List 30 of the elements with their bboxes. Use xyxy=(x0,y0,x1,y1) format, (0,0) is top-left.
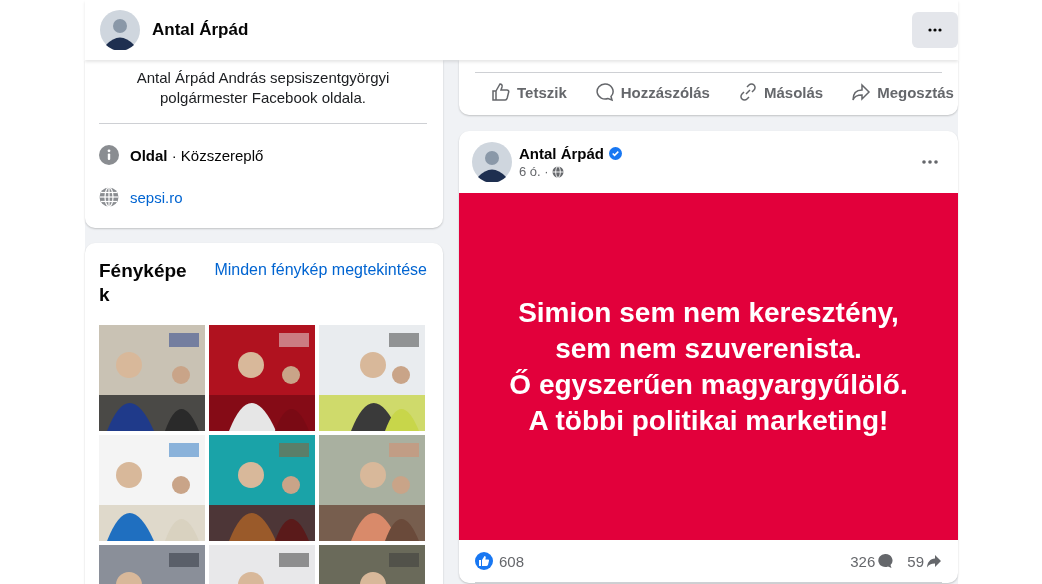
website-link[interactable]: sepsi.ro xyxy=(130,188,183,206)
info-icon xyxy=(99,145,119,165)
globe-icon xyxy=(99,187,119,207)
post-text: Simion sem nem keresztény, sem nem szuverenista. Ő egyszerűen magyargyűlölő. A többi politikai marketing! xyxy=(509,295,908,438)
page-category: Oldal · Közszereplő xyxy=(130,146,264,164)
comment-icon xyxy=(877,553,894,569)
thumbs-up-icon xyxy=(491,82,511,102)
share-button[interactable]: Megosztás xyxy=(837,78,968,106)
share-count[interactable]: 59 xyxy=(907,552,924,570)
avatar-icon[interactable] xyxy=(100,10,140,50)
more-icon xyxy=(928,28,942,32)
more-icon xyxy=(922,160,938,164)
share-icon xyxy=(926,553,942,569)
globe-icon xyxy=(551,165,564,178)
see-all-photos-link[interactable]: Minden fénykép megtekintése xyxy=(214,261,427,279)
like-button[interactable]: Tetszik xyxy=(477,78,581,106)
like-count[interactable]: 608 xyxy=(499,552,525,570)
like-icon xyxy=(475,552,493,570)
post-time[interactable]: 6 ó. · xyxy=(519,164,549,179)
comment-count[interactable]: 326 xyxy=(850,552,876,570)
link-icon xyxy=(737,82,758,102)
author-name[interactable]: Antal Árpád xyxy=(519,145,604,162)
page-name[interactable]: Antal Árpád xyxy=(152,20,249,40)
copy-button[interactable]: Másolás xyxy=(723,78,838,106)
comment-icon xyxy=(594,82,615,102)
avatar-icon[interactable] xyxy=(472,142,512,182)
page-bio: Antal Árpád András sepsiszentgyörgyi polgármester Facebook oldala. xyxy=(135,68,391,108)
photos-title: Fényképek xyxy=(99,259,188,307)
share-icon xyxy=(851,82,872,102)
comment-button[interactable]: Hozzászólás xyxy=(580,78,724,106)
